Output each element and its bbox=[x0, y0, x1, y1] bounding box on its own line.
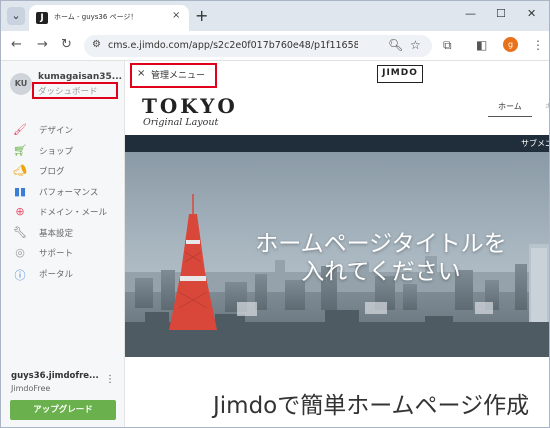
admin-menu-bar: × 管理メニュー JIMDO bbox=[125, 61, 549, 89]
globe-icon: ⊕ bbox=[15, 205, 25, 218]
address-bar[interactable]: ⚙ cms.e.jimdo.com/app/s2c2e0f017b760e48/… bbox=[84, 35, 432, 57]
extensions-icon[interactable]: ⧉ bbox=[443, 38, 452, 53]
sidebar-item-label: ブログ bbox=[39, 167, 65, 177]
nav-active-underline bbox=[488, 116, 532, 117]
menu-icon[interactable]: ⋮ bbox=[532, 38, 544, 52]
tab-strip: ⌄ J ホーム - guys36 ページ！ × + — ☐ ✕ bbox=[1, 1, 549, 31]
sidebar-item-label: ドメイン・メール bbox=[39, 208, 108, 218]
admin-sidebar: KU kumagaisan35... ダッシュボード 🖌︎ デザイン 🛒︎ ショ… bbox=[1, 61, 125, 427]
wrench-icon: 🔧︎ bbox=[13, 225, 27, 239]
sidebar-item-label: サポート bbox=[39, 249, 74, 259]
bar-chart-icon: ▮▮ bbox=[13, 184, 27, 198]
sidebar-item-shop[interactable]: 🛒︎ ショップ bbox=[1, 140, 125, 161]
nav-item-next[interactable]: ギ bbox=[545, 101, 549, 112]
sidebar-item-portal[interactable]: ⓘ ポータル bbox=[1, 263, 125, 284]
jimdo-favicon-icon: J bbox=[36, 12, 48, 24]
browser-tab[interactable]: J ホーム - guys36 ページ！ × bbox=[29, 5, 189, 31]
nav-item-home[interactable]: ホーム bbox=[498, 101, 522, 112]
sidebar-item-label: ショップ bbox=[39, 146, 74, 157]
maximize-icon[interactable]: ☐ bbox=[496, 7, 506, 20]
subnav-bar: サブメニ bbox=[125, 135, 549, 152]
address-toolbar: ← → ↻ ⚙ cms.e.jimdo.com/app/s2c2e0f017b7… bbox=[1, 31, 549, 61]
sidebar-item-support[interactable]: ◎ サポート bbox=[1, 242, 125, 263]
subnav-item[interactable]: サブメニ bbox=[521, 138, 549, 149]
tab-close-icon[interactable]: × bbox=[172, 10, 180, 21]
sidebar-item-domain[interactable]: ⊕ ドメイン・メール bbox=[1, 201, 125, 222]
jimdo-logo: JIMDO bbox=[377, 65, 423, 83]
site-preview: × 管理メニュー JIMDO TOKYO Original Layout ホーム… bbox=[125, 61, 549, 427]
hero-title[interactable]: ホームページタイトルを 入れてください bbox=[231, 230, 531, 286]
sidebar-item-label: ポータル bbox=[39, 269, 74, 280]
profile-avatar[interactable]: g bbox=[503, 37, 518, 52]
bookmark-star-icon[interactable]: ☆ bbox=[410, 38, 421, 52]
hero-image: ホームページタイトルを 入れてください bbox=[125, 152, 549, 357]
plan-name: JimdoFree bbox=[11, 384, 51, 393]
site-logo-title[interactable]: TOKYO bbox=[142, 94, 238, 118]
sidebar-item-label: デザイン bbox=[39, 126, 74, 136]
sidebar-item-label: 基本設定 bbox=[39, 228, 74, 239]
zoom-icon[interactable]: 🔍︎ bbox=[388, 38, 403, 52]
sidebar-item-performance[interactable]: ▮▮ パフォーマンス bbox=[1, 181, 125, 202]
sidebar-item-settings[interactable]: 🔧︎ 基本設定 bbox=[1, 222, 125, 243]
site-info-icon[interactable]: ⚙ bbox=[92, 39, 101, 50]
tab-search-icon[interactable]: ⌄ bbox=[7, 7, 25, 25]
site-name[interactable]: guys36.jimdofre... bbox=[11, 371, 111, 381]
sidepanel-icon[interactable]: ◧ bbox=[476, 38, 487, 52]
sidebar-item-design[interactable]: 🖌︎ デザイン bbox=[1, 119, 125, 140]
upgrade-button[interactable]: アップグレード bbox=[10, 400, 116, 420]
megaphone-icon: 📣︎ bbox=[13, 164, 27, 177]
tab-title: ホーム - guys36 ページ！ bbox=[54, 13, 138, 21]
reload-icon[interactable]: ↻ bbox=[61, 37, 72, 52]
highlight-box bbox=[32, 82, 118, 99]
url-text[interactable]: cms.e.jimdo.com/app/s2c2e0f017b760e48/p1… bbox=[108, 40, 358, 51]
window-close-icon[interactable]: ✕ bbox=[527, 7, 536, 20]
page-heading[interactable]: Jimdoで簡単ホームページ作成 bbox=[213, 386, 529, 420]
paint-roller-icon: 🖌︎ bbox=[13, 123, 27, 136]
forward-icon[interactable]: → bbox=[37, 37, 48, 52]
cart-icon: 🛒︎ bbox=[13, 143, 27, 157]
avatar[interactable]: KU bbox=[10, 73, 32, 95]
site-header: TOKYO Original Layout ホーム ギ bbox=[125, 89, 549, 135]
sidebar-menu: 🖌︎ デザイン 🛒︎ ショップ 📣︎ ブログ ▮▮ パフォーマンス ⊕ ドメイン… bbox=[1, 119, 125, 283]
highlight-box bbox=[130, 63, 217, 88]
user-name: kumagaisan35... bbox=[38, 72, 122, 82]
sidebar-item-blog[interactable]: 📣︎ ブログ bbox=[1, 160, 125, 181]
sidebar-item-label: パフォーマンス bbox=[39, 187, 99, 198]
minimize-icon[interactable]: — bbox=[465, 7, 476, 20]
back-icon[interactable]: ← bbox=[11, 37, 22, 52]
question-icon: ⓘ bbox=[14, 268, 26, 282]
site-logo-subtitle: Original Layout bbox=[143, 117, 219, 128]
more-icon[interactable]: ⋮ bbox=[105, 374, 115, 385]
help-icon: ◎ bbox=[15, 246, 25, 259]
new-tab-icon[interactable]: + bbox=[195, 6, 208, 25]
browser-window: ⌄ J ホーム - guys36 ページ！ × + — ☐ ✕ ← → ↻ ⚙ … bbox=[0, 0, 550, 428]
